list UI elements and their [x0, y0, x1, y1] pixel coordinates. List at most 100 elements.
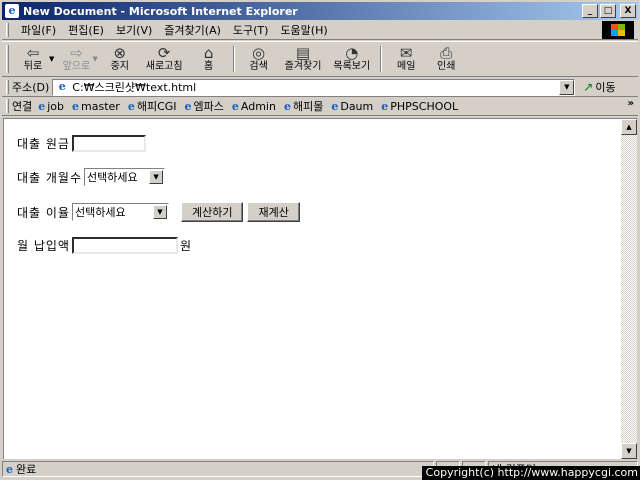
go-arrow-icon: ↗	[583, 80, 594, 94]
window-title: New Document - Microsoft Internet Explor…	[23, 4, 298, 18]
menu-view[interactable]: 보기(V)	[110, 22, 158, 38]
link-item[interactable]: e Admin	[232, 100, 276, 113]
home-icon: ⌂	[203, 44, 214, 62]
minimize-button[interactable]: _	[582, 4, 598, 18]
link-page-icon: e	[127, 99, 135, 113]
back-label: 뒤로	[23, 61, 43, 72]
close-button[interactable]: X	[620, 4, 636, 18]
back-dropdown-icon[interactable]: ▼	[49, 55, 54, 63]
toolbar-separator	[380, 46, 383, 72]
link-page-icon: e	[283, 99, 291, 113]
link-item[interactable]: e PHPSCHOOL	[381, 100, 458, 113]
menu-grip[interactable]	[6, 22, 9, 37]
refresh-label: 새로고침	[145, 61, 183, 72]
refresh-button[interactable]: ⟳ 새로고침	[140, 42, 189, 76]
link-text: 해피CGI	[136, 100, 177, 113]
link-page-icon: e	[184, 99, 192, 113]
menu-tools[interactable]: 도구(T)	[227, 22, 275, 38]
menu-edit[interactable]: 편집(E)	[62, 22, 110, 38]
windows-logo-icon	[602, 21, 634, 39]
favorites-button[interactable]: ▤ 즐겨찾기	[279, 42, 328, 76]
link-page-icon: e	[72, 99, 80, 113]
print-icon: ⎙	[440, 44, 453, 62]
monthly-label: 월 납입액	[17, 239, 70, 253]
ie-logo-icon: e	[5, 4, 19, 18]
home-label: 홈	[203, 61, 214, 72]
chevron-down-icon[interactable]: ▼	[149, 170, 164, 184]
history-button[interactable]: ◔ 목록보기	[327, 42, 376, 76]
print-button[interactable]: ⎙ 인쇄	[426, 42, 466, 76]
link-page-icon: e	[381, 99, 389, 113]
address-bar: 주소(D) e C:₩스크린샷₩text.html ▼ ↗ 이동	[2, 78, 638, 97]
forward-button[interactable]: ⇨ 앞으로	[56, 42, 96, 76]
menu-favorites[interactable]: 즐겨찾기(A)	[158, 22, 227, 38]
link-item[interactable]: e 해피CGI	[128, 98, 177, 114]
maximize-button[interactable]: □	[600, 4, 616, 18]
rate-label: 대출 이율	[17, 205, 70, 220]
link-item[interactable]: e job	[38, 100, 64, 113]
page-content: 대출 원금 대출 개월수 선택하세요 ▼ 대출 이율 선택하세요 ▼ 계산하기 …	[3, 118, 637, 459]
address-grip[interactable]	[6, 80, 9, 94]
history-icon: ◔	[345, 44, 359, 62]
monthly-row: 월 납입액 원	[17, 237, 191, 254]
currency-unit: 원	[179, 239, 192, 253]
menu-help[interactable]: 도움말(H)	[274, 22, 333, 38]
browser-window: e New Document - Microsoft Internet Expl…	[0, 0, 640, 480]
link-text: Daum	[340, 99, 374, 113]
go-button[interactable]: ↗ 이동	[583, 79, 615, 95]
forward-dropdown-icon[interactable]: ▼	[92, 55, 97, 63]
link-text: 엠파스	[193, 100, 224, 113]
forward-label: 앞으로	[62, 61, 91, 72]
search-button[interactable]: ◎ 검색	[239, 42, 279, 76]
scroll-down-icon[interactable]: ▼	[621, 443, 637, 459]
rate-selected: 선택하세요	[74, 206, 126, 219]
scroll-up-icon[interactable]: ▲	[621, 119, 637, 135]
address-label: 주소(D)	[12, 81, 50, 94]
link-page-icon: e	[231, 99, 239, 113]
page-icon: e	[58, 80, 66, 93]
recalculate-button[interactable]: 재계산	[247, 202, 300, 222]
history-label: 목록보기	[333, 61, 371, 72]
toolbar-grip[interactable]	[6, 45, 9, 73]
stop-button[interactable]: ⊗ 중지	[100, 42, 140, 76]
back-arrow-icon: ⇦	[26, 44, 40, 62]
link-text: PHPSCHOOL	[390, 99, 459, 113]
go-label: 이동	[595, 81, 616, 94]
copyright-overlay: Copyright(c) http://www.happycgi.com	[421, 466, 640, 480]
back-button[interactable]: ⇦ 뒤로	[13, 42, 53, 76]
link-item[interactable]: e master	[72, 100, 120, 113]
stop-label: 중지	[110, 61, 129, 72]
rate-select[interactable]: 선택하세요 ▼	[71, 203, 169, 221]
refresh-icon: ⟳	[157, 44, 171, 62]
menu-file[interactable]: 파일(F)	[15, 22, 62, 38]
search-icon: ◎	[252, 44, 266, 62]
link-item[interactable]: e Daum	[331, 100, 373, 113]
stop-icon: ⊗	[113, 44, 127, 62]
links-grip[interactable]	[6, 99, 9, 113]
link-item[interactable]: e 해피몰	[284, 98, 323, 114]
print-label: 인쇄	[437, 61, 456, 72]
link-page-icon: e	[331, 99, 339, 113]
chevron-down-icon[interactable]: ▼	[152, 205, 167, 219]
vertical-scrollbar[interactable]: ▲ ▼	[621, 119, 637, 459]
link-page-icon: e	[38, 99, 46, 113]
monthly-payment-input[interactable]	[71, 237, 178, 254]
principal-label: 대출 원금	[17, 137, 70, 151]
favorites-icon: ▤	[295, 44, 311, 62]
calculate-button[interactable]: 계산하기	[180, 202, 244, 222]
title-bar[interactable]: e New Document - Microsoft Internet Expl…	[2, 2, 638, 20]
links-label: 연결	[12, 100, 33, 113]
address-dropdown-icon[interactable]: ▼	[559, 79, 575, 95]
mail-icon: ✉	[399, 44, 413, 62]
address-input[interactable]: e C:₩스크린샷₩text.html ▼	[52, 78, 576, 96]
months-select[interactable]: 선택하세요 ▼	[84, 168, 166, 186]
link-text: job	[47, 99, 65, 113]
mail-button[interactable]: ✉ 메일	[386, 42, 426, 76]
link-item[interactable]: e 엠파스	[185, 98, 224, 114]
standard-toolbar: ⇦ 뒤로 ▼ ⇨ 앞으로 ▼ ⊗ 중지 ⟳ 새로고침 ⌂ 홈 ◎ 검색 ▤ 즐겨…	[2, 41, 638, 77]
home-button[interactable]: ⌂ 홈	[189, 42, 229, 76]
principal-input[interactable]	[71, 135, 146, 152]
search-label: 검색	[249, 61, 268, 72]
address-url: C:₩스크린샷₩text.html	[72, 81, 197, 94]
links-more-chevron-icon[interactable]: »	[628, 98, 634, 109]
